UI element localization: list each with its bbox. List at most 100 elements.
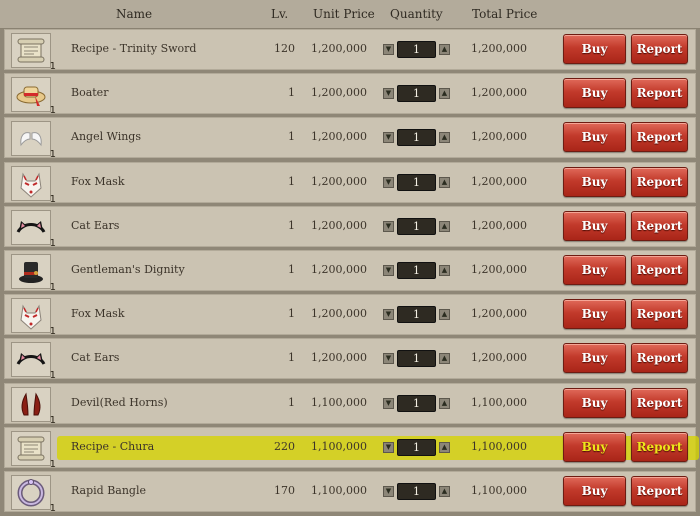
item-name: Devil(Red Horns): [71, 395, 168, 409]
quantity-input[interactable]: 1: [397, 129, 436, 147]
quantity-input[interactable]: 1: [397, 350, 436, 368]
item-level: 1: [288, 130, 295, 144]
quantity-input[interactable]: 1: [397, 173, 436, 191]
report-button[interactable]: Report: [631, 343, 688, 374]
quantity-input[interactable]: 1: [397, 217, 436, 235]
quantity-increase-icon[interactable]: ▲: [439, 397, 450, 409]
item-total-price: 1,200,000: [471, 42, 527, 55]
item-total-price: 1,200,000: [471, 263, 527, 276]
quantity-decrease-icon[interactable]: ▼: [383, 486, 394, 497]
quantity-increase-icon[interactable]: ▲: [439, 44, 450, 55]
item-unit-price: 1,100,000: [311, 484, 367, 497]
item-total-price: 1,200,000: [471, 351, 527, 365]
quantity-stepper: ▼ 1 ▲: [383, 394, 451, 413]
buy-button[interactable]: Buy: [563, 255, 626, 285]
item-count: 1: [49, 193, 56, 205]
quantity-input[interactable]: 1: [397, 306, 436, 324]
quantity-decrease-icon[interactable]: ▼: [383, 265, 394, 276]
buy-button[interactable]: Buy: [563, 78, 626, 109]
cat-ears-icon[interactable]: 1: [11, 209, 56, 249]
quantity-input[interactable]: 1: [397, 85, 436, 103]
boater-hat-icon[interactable]: 1: [11, 77, 56, 116]
report-button[interactable]: Report: [631, 166, 688, 197]
table-row: 1 Rapid Bangle 170 1,100,000 ▼ 1 ▲ 1,100,000 Buy…: [4, 471, 696, 514]
report-button[interactable]: Report: [631, 78, 688, 109]
scroll-recipe-icon[interactable]: 1: [11, 430, 56, 470]
item-unit-price: 1,200,000: [311, 218, 367, 232]
quantity-decrease-icon[interactable]: ▼: [383, 88, 394, 100]
report-button[interactable]: Report: [631, 255, 688, 285]
fox-mask-icon[interactable]: 1: [11, 165, 56, 205]
report-button[interactable]: Report: [631, 210, 688, 241]
item-name: Recipe - Trinity Sword: [71, 42, 197, 55]
quantity-increase-icon[interactable]: ▲: [439, 486, 450, 497]
report-button[interactable]: Report: [631, 387, 688, 418]
quantity-decrease-icon[interactable]: ▼: [383, 176, 394, 188]
quantity-stepper: ▼ 1 ▲: [383, 306, 451, 324]
item-level: 120: [274, 42, 295, 55]
item-count: 1: [49, 414, 56, 426]
report-button[interactable]: Report: [631, 431, 688, 462]
buy-button[interactable]: Buy: [563, 431, 626, 462]
table-row: 1 Angel Wings 1 1,200,000 ▼ 1 ▲ 1,200,000 Buy Rep…: [4, 117, 696, 160]
quantity-increase-icon[interactable]: ▲: [439, 176, 450, 188]
quantity-increase-icon[interactable]: ▲: [439, 309, 450, 321]
header-unit-price: Unit Price: [313, 7, 375, 21]
item-total-price: 1,100,000: [471, 395, 527, 409]
buy-button[interactable]: Buy: [563, 166, 626, 197]
item-total-price: 1,200,000: [471, 174, 527, 188]
quantity-decrease-icon[interactable]: ▼: [383, 220, 394, 232]
item-name: Cat Ears: [71, 351, 120, 365]
quantity-decrease-icon[interactable]: ▼: [383, 441, 394, 453]
quantity-input[interactable]: 1: [397, 438, 436, 456]
quantity-increase-icon[interactable]: ▲: [439, 265, 450, 276]
buy-button[interactable]: Buy: [563, 343, 626, 374]
angel-wings-icon[interactable]: 1: [11, 121, 56, 160]
quantity-decrease-icon[interactable]: ▼: [383, 132, 394, 144]
quantity-increase-icon[interactable]: ▲: [439, 441, 450, 453]
cat-ears-icon[interactable]: 1: [11, 342, 56, 381]
top-hat-icon[interactable]: 1: [11, 254, 56, 293]
quantity-stepper: ▼ 1 ▲: [383, 41, 451, 59]
buy-button[interactable]: Buy: [563, 34, 626, 64]
scroll-recipe-icon[interactable]: 1: [11, 33, 56, 72]
item-level: 170: [274, 484, 295, 497]
quantity-increase-icon[interactable]: ▲: [439, 132, 450, 144]
buy-button[interactable]: Buy: [563, 299, 626, 330]
quantity-increase-icon[interactable]: ▲: [439, 220, 450, 232]
quantity-decrease-icon[interactable]: ▼: [383, 397, 394, 409]
item-level: 1: [288, 263, 295, 276]
item-level: 1: [288, 395, 295, 409]
bangle-icon[interactable]: 1: [11, 475, 56, 514]
table-header: Name Lv. Unit Price Quantity Total Price: [0, 0, 700, 29]
devil-horns-icon[interactable]: 1: [11, 386, 56, 426]
report-button[interactable]: Report: [631, 122, 688, 153]
table-row: 1 Boater 1 1,200,000 ▼ 1 ▲ 1,200,000 Buy Report: [4, 73, 696, 116]
quantity-decrease-icon[interactable]: ▼: [383, 44, 394, 55]
quantity-increase-icon[interactable]: ▲: [439, 353, 450, 365]
table-row: 1 Cat Ears 1 1,200,000 ▼ 1 ▲ 1,200,000 Buy Report: [4, 205, 696, 249]
header-quantity: Quantity: [390, 7, 443, 21]
quantity-input[interactable]: 1: [397, 394, 436, 412]
buy-button[interactable]: Buy: [563, 122, 626, 153]
quantity-decrease-icon[interactable]: ▼: [383, 353, 394, 365]
item-level: 1: [288, 351, 295, 365]
buy-button[interactable]: Buy: [563, 476, 626, 506]
quantity-input[interactable]: 1: [397, 262, 436, 279]
item-total-price: 1,100,000: [471, 439, 527, 453]
buy-button[interactable]: Buy: [563, 210, 626, 241]
report-button[interactable]: Report: [631, 476, 688, 506]
fox-mask-icon[interactable]: 1: [11, 298, 56, 337]
item-total-price: 1,200,000: [471, 218, 527, 232]
quantity-input[interactable]: 1: [397, 41, 436, 58]
item-name: Boater: [71, 86, 109, 100]
quantity-increase-icon[interactable]: ▲: [439, 88, 450, 100]
report-button[interactable]: Report: [631, 34, 688, 64]
report-button[interactable]: Report: [631, 299, 688, 330]
item-name: Angel Wings: [71, 130, 141, 144]
quantity-input[interactable]: 1: [397, 483, 436, 500]
item-count: 1: [49, 149, 56, 161]
quantity-decrease-icon[interactable]: ▼: [383, 309, 394, 321]
item-unit-price: 1,200,000: [311, 351, 367, 365]
buy-button[interactable]: Buy: [563, 387, 626, 418]
